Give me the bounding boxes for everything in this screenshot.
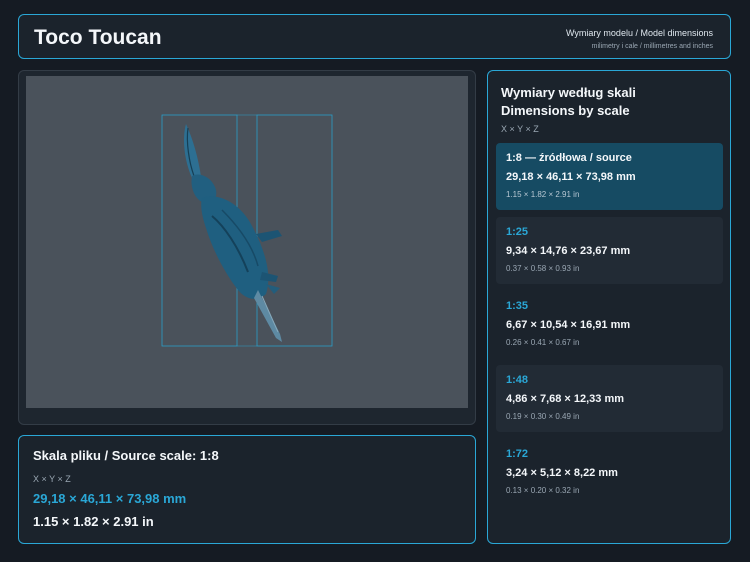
scale-label: 1:8 — źródłowa / source: [506, 152, 632, 164]
source-axes-label: X × Y × Z: [33, 474, 71, 484]
scale-dimensions-in: 0.13 × 0.20 × 0.32 in: [506, 486, 580, 495]
scale-dimensions-in: 1.15 × 1.82 × 2.91 in: [506, 190, 580, 199]
scales-panel: Wymiary według skali Dimensions by scale…: [487, 70, 731, 544]
header-subtitle: Wymiary modelu / Model dimensions: [566, 28, 713, 38]
model-viewport[interactable]: [26, 76, 468, 408]
scale-dimensions-in: 0.37 × 0.58 × 0.93 in: [506, 264, 580, 273]
scale-dimensions-mm: 3,24 × 5,12 × 8,22 mm: [506, 467, 618, 479]
scale-card-1-72[interactable]: 1:72 3,24 × 5,12 × 8,22 mm 0.13 × 0.20 ×…: [496, 439, 723, 506]
header-caption: milimetry i cale / millimetres and inche…: [591, 43, 713, 50]
scale-dimensions-in: 0.19 × 0.30 × 0.49 in: [506, 412, 580, 421]
scale-card-1-35[interactable]: 1:35 6,67 × 10,54 × 16,91 mm 0.26 × 0.41…: [496, 291, 723, 358]
scale-dimensions-mm: 29,18 × 46,11 × 73,98 mm: [506, 171, 636, 183]
scale-label: 1:25: [506, 226, 529, 238]
scale-card-1-25[interactable]: 1:25 9,34 × 14,76 × 23,67 mm 0.37 × 0.58…: [496, 217, 723, 284]
scale-label: 1:72: [506, 448, 529, 460]
toucan-model-render: [161, 114, 333, 347]
scales-axes-label: X × Y × Z: [501, 124, 539, 134]
scale-label: 1:48: [506, 374, 529, 386]
source-dimensions-in: 1.15 × 1.82 × 2.91 in: [33, 514, 154, 529]
header-panel: Toco Toucan Wymiary modelu / Model dimen…: [18, 14, 731, 59]
scale-card-1-8[interactable]: 1:8 — źródłowa / source 29,18 × 46,11 × …: [496, 143, 723, 210]
scale-label: 1:35: [506, 300, 529, 312]
scale-dimensions-in: 0.26 × 0.41 × 0.67 in: [506, 338, 580, 347]
scales-title-en: Dimensions by scale: [501, 103, 630, 118]
source-dimensions-mm: 29,18 × 46,11 × 73,98 mm: [33, 491, 187, 506]
toucan-model-icon: [184, 124, 282, 342]
scale-dimensions-mm: 9,34 × 14,76 × 23,67 mm: [506, 245, 631, 257]
scale-dimensions-mm: 4,86 × 7,68 × 12,33 mm: [506, 393, 625, 405]
source-scale-panel: Skala pliku / Source scale: 1:8 X × Y × …: [18, 435, 476, 544]
scale-dimensions-mm: 6,67 × 10,54 × 16,91 mm: [506, 319, 631, 331]
model-viewer-panel: [18, 70, 476, 425]
scale-card-1-48[interactable]: 1:48 4,86 × 7,68 × 12,33 mm 0.19 × 0.30 …: [496, 365, 723, 432]
scales-title-pl: Wymiary według skali: [501, 85, 636, 100]
page-title: Toco Toucan: [34, 26, 162, 49]
source-scale-title: Skala pliku / Source scale: 1:8: [33, 448, 219, 463]
scales-title: Wymiary według skali Dimensions by scale: [501, 84, 721, 120]
